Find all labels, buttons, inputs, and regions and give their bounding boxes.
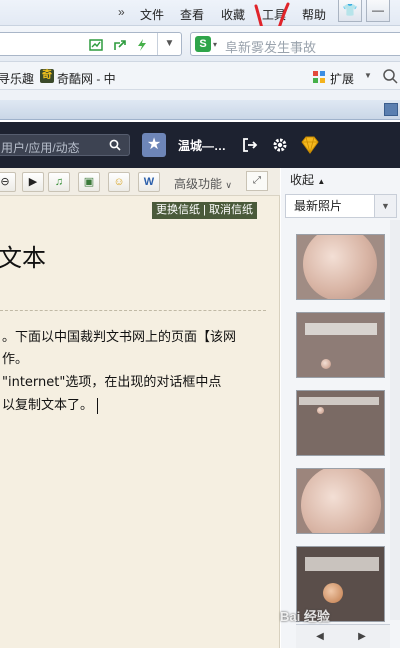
latest-photos-dropdown[interactable]: ▼	[375, 194, 397, 218]
divider	[0, 310, 266, 311]
cancel-stationery-link[interactable]: 取消信纸	[209, 204, 253, 216]
qiku-site-icon: 奇	[40, 69, 54, 83]
advanced-features-button[interactable]: 高级功能 ∨	[174, 175, 232, 192]
share-icon[interactable]	[113, 38, 127, 52]
favorite-item-qiku[interactable]: 奇酷网 - 中	[57, 70, 116, 87]
collapse-button[interactable]: 收起 ▲	[290, 171, 325, 188]
search-engine-chevron-icon[interactable]: ▾	[213, 40, 217, 49]
favorites-bar: 寻乐趣 奇 奇酷网 - 中 扩展 ▼	[0, 62, 400, 90]
moon-image	[317, 407, 324, 414]
smiley-icon: ☺	[113, 176, 125, 188]
chevron-right-icon: ▶	[358, 631, 366, 642]
stationery-bar: 更换信纸 | 取消信纸	[152, 202, 257, 219]
photo-thumbnail[interactable]	[296, 468, 385, 534]
mail-editor: ⊖ ▶ ♫ ▣ ☺ W 高级功能 ∨ ⤢ 更换信纸 | 取消信纸 文本 。下面以…	[0, 168, 280, 648]
video-button[interactable]: ▶	[22, 172, 44, 192]
emoji-button[interactable]: ☺	[108, 172, 130, 192]
play-icon: ▶	[28, 176, 38, 188]
menu-file[interactable]: 文件	[140, 6, 164, 23]
extensions-grid-icon[interactable]	[312, 70, 326, 84]
chevron-down-icon: ▼	[164, 38, 175, 49]
moon-image	[323, 583, 343, 603]
lightning-icon[interactable]	[135, 38, 149, 52]
favorite-star-icon[interactable]: ★	[142, 133, 166, 157]
prev-page-button[interactable]: ◀	[312, 629, 328, 645]
photo-caption-bar	[299, 397, 379, 405]
advanced-features-label: 高级功能	[174, 177, 223, 191]
search-icon[interactable]	[382, 68, 398, 84]
image-button[interactable]: ▣	[78, 172, 100, 192]
body-line[interactable]: "internet"选项，在出现的对话框中点	[2, 371, 221, 390]
moon-image	[301, 469, 381, 533]
address-bar: ▼ S ▾ 阜新雾发生事故	[0, 26, 400, 62]
link-button[interactable]: ⊖	[0, 172, 16, 192]
latest-photos-select[interactable]: 最新照片	[285, 194, 375, 218]
search-icon[interactable]	[109, 139, 121, 151]
menu-overflow-chevron[interactable]: »	[118, 5, 125, 19]
logout-icon[interactable]	[242, 137, 258, 153]
skin-button[interactable]: 👕	[338, 0, 362, 22]
favorite-item-fun[interactable]: 寻乐趣	[0, 70, 34, 87]
word-paste-button[interactable]: W	[138, 172, 160, 192]
minimize-button[interactable]: —	[366, 0, 390, 22]
change-stationery-link[interactable]: 更换信纸	[156, 204, 200, 216]
photo-thumbnail[interactable]	[296, 234, 385, 300]
app-search-input[interactable]: 用户/应用/动态	[0, 134, 130, 156]
panel-scrollbar[interactable]	[390, 220, 400, 620]
search-input[interactable]: S ▾ 阜新雾发生事故	[190, 32, 400, 56]
search-engine-icon[interactable]: S	[195, 36, 211, 52]
moon-image	[321, 359, 331, 369]
collapse-label: 收起	[290, 173, 315, 187]
browser-menubar: » 文件 查看 收藏 工具 帮助 👕 —	[0, 0, 400, 26]
photo-caption-bar	[305, 323, 377, 335]
editor-toolbar: ⊖ ▶ ♫ ▣ ☺ W 高级功能 ∨ ⤢	[0, 168, 280, 196]
link-icon: ⊖	[0, 176, 10, 188]
photo-caption-bar	[305, 557, 379, 571]
app-header: 用户/应用/动态 ★ 温城—…	[0, 122, 400, 168]
gear-icon[interactable]	[272, 137, 288, 153]
music-button[interactable]: ♫	[48, 172, 70, 192]
minimize-icon: —	[372, 3, 384, 17]
text-cursor	[97, 397, 99, 414]
moon-image	[303, 235, 377, 299]
expand-icon: ⤢	[253, 175, 261, 186]
word-icon: W	[143, 176, 155, 188]
watermark: Bai 经验	[280, 609, 330, 624]
body-line[interactable]: 以复制文本了。	[2, 394, 99, 414]
url-dropdown-button[interactable]: ▼	[157, 33, 181, 55]
toolbar-gap	[0, 90, 400, 100]
music-note-icon: ♫	[54, 176, 64, 188]
chevron-down-icon: ▼	[381, 201, 390, 211]
diamond-icon[interactable]	[300, 136, 320, 154]
search-placeholder: 阜新雾发生事故	[225, 40, 317, 55]
qr-code-icon[interactable]	[89, 38, 103, 52]
menu-view[interactable]: 查看	[180, 6, 204, 23]
panel-pager: ◀ ▶	[296, 624, 390, 648]
tab-list-icon[interactable]	[384, 103, 398, 116]
chevron-left-icon: ◀	[316, 631, 324, 642]
app-search-placeholder: 用户/应用/动态	[1, 141, 80, 155]
stationery-separator: |	[203, 204, 206, 216]
url-input[interactable]: ▼	[0, 32, 182, 56]
next-page-button[interactable]: ▶	[354, 629, 370, 645]
menu-favorites[interactable]: 收藏	[221, 6, 245, 23]
chevron-down-icon: ∨	[225, 180, 232, 190]
user-name[interactable]: 温城—…	[178, 137, 226, 154]
extensions-chevron-icon[interactable]: ▼	[364, 71, 372, 80]
photo-thumbnail[interactable]	[296, 390, 385, 456]
shirt-icon: 👕	[342, 3, 358, 17]
menu-help[interactable]: 帮助	[302, 6, 326, 23]
photo-thumbnail[interactable]	[296, 312, 385, 378]
body-line[interactable]: 。下面以中国裁判文书网上的页面【该网	[2, 326, 236, 345]
extensions-button[interactable]: 扩展	[330, 70, 354, 87]
chevron-up-icon: ▲	[317, 177, 326, 186]
body-line-text: 以复制文本了。	[2, 398, 94, 413]
tab-strip	[0, 100, 400, 120]
document-title[interactable]: 文本	[0, 238, 46, 273]
image-icon: ▣	[83, 176, 95, 188]
body-line[interactable]: 作。	[2, 348, 28, 367]
fullscreen-button[interactable]: ⤢	[246, 171, 268, 191]
